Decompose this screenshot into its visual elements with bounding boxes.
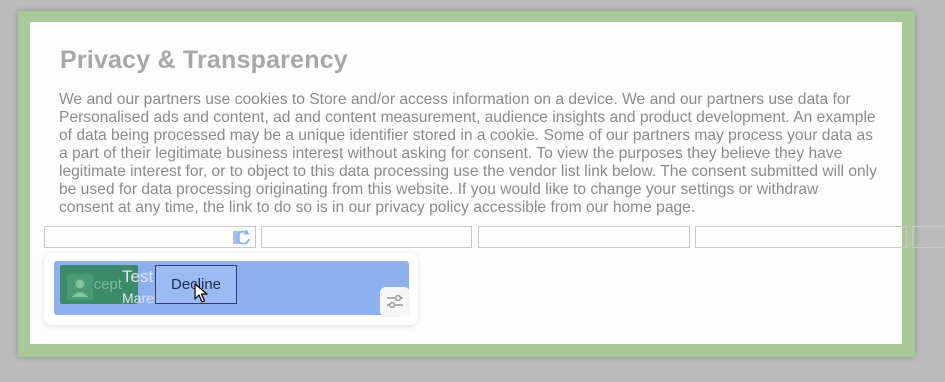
refresh-icon[interactable] [233,229,253,247]
dialog-title: Privacy & Transparency [60,46,348,74]
avatar-icon [67,274,93,300]
ghost-input-2[interactable] [261,226,472,248]
ghost-input-5[interactable] [912,226,945,248]
sliders-icon [387,294,403,309]
ghost-input-4[interactable] [695,226,907,248]
mouse-pointer-icon [194,283,208,303]
ghost-input-1[interactable] [44,226,256,248]
settings-button[interactable] [380,287,410,317]
ghost-input-3[interactable] [478,226,690,248]
preview-card: Accept Test Test Marek Totla Decline [54,261,409,315]
